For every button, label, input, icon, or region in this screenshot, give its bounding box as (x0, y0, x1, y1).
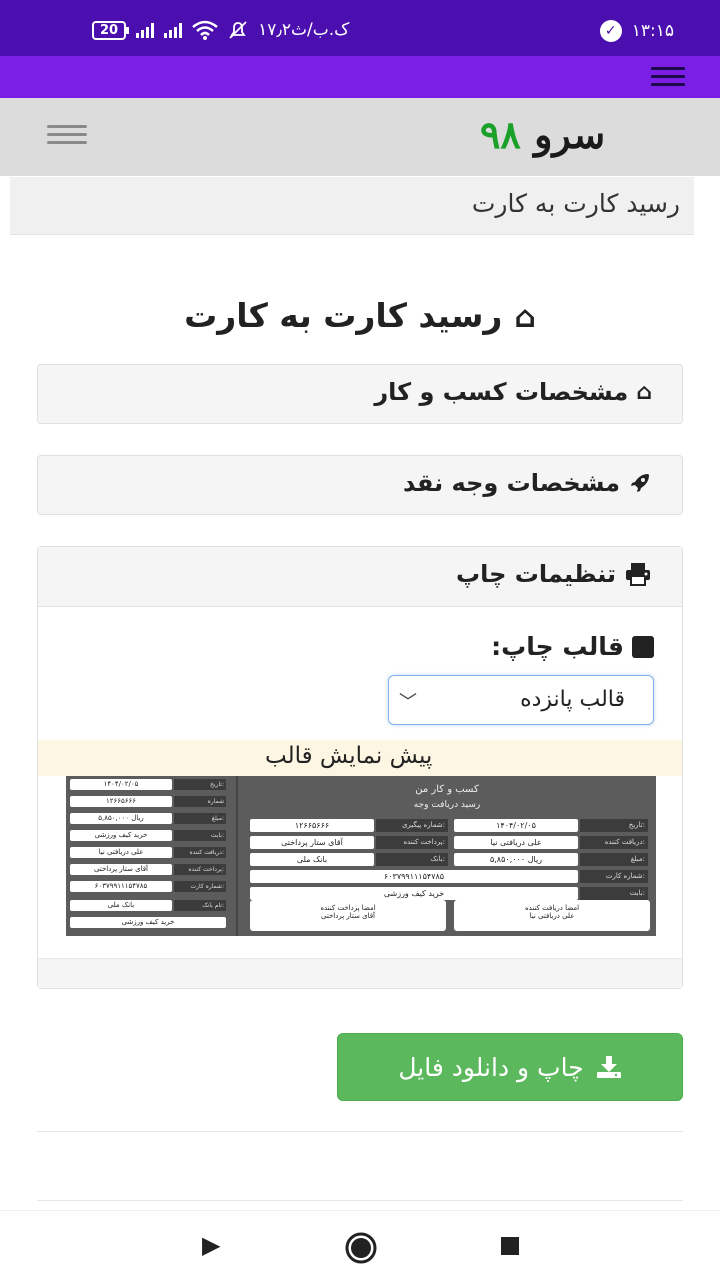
receipt-receiver: علی دریافتی نیا (454, 836, 578, 849)
panel-print-settings: تنظیمات چاپ قالب چاپ: قالب پانزده ﹀ پیش … (37, 546, 683, 989)
panel-cash-header[interactable]: مشخصات وجه نقد (403, 469, 652, 497)
receipt-date: ۱۴۰۴/۰۲/۰۵ (454, 819, 578, 832)
template-label-text: قالب چاپ: (491, 632, 624, 661)
status-time: ۱۳:۱۵ (631, 21, 674, 41)
battery-icon: 20 (92, 20, 130, 40)
panel-print-title: تنظیمات چاپ (456, 560, 616, 588)
signal-icon-2 (164, 22, 183, 38)
stub-label: بابت: (174, 830, 226, 841)
panel-business[interactable]: ⌂ مشخصات کسب و کار (37, 364, 683, 424)
stub-label: دریافت کننده: (174, 847, 226, 858)
stub-value: علی دریافتی نیا (70, 847, 172, 858)
home-button-icon[interactable] (344, 1231, 378, 1265)
breadcrumb-current: رسید کارت به کارت (471, 189, 680, 218)
logo-number: ۹۸ (480, 112, 521, 157)
receipt-tracking-label: شماره پیگیری: (376, 819, 448, 832)
page-title-text: رسید کارت به کارت (184, 296, 503, 335)
template-label: قالب چاپ: (491, 632, 654, 661)
status-right: ✓ ۱۳:۱۵ (599, 20, 674, 42)
panel-print-header[interactable]: تنظیمات چاپ (38, 547, 682, 607)
panel-print-heading: تنظیمات چاپ (456, 560, 652, 588)
panel-cash-title: مشخصات وجه نقد (403, 469, 620, 497)
stub-label: شماره (174, 796, 226, 807)
stub-value: خرید کیف ورزشی (70, 917, 226, 928)
receipt-receiver-label: دریافت کننده: (580, 836, 648, 849)
sticky-note-icon (632, 635, 654, 658)
print-download-label: چاپ و دانلود فایل (398, 1052, 584, 1082)
receipt-payer-label: پرداخت کننده: (376, 836, 448, 849)
stub-value: ۱۴۰۴/۰۲/۰۵ (70, 779, 172, 790)
template-select-value: قالب پانزده (520, 687, 625, 712)
receipt-for-label: بابت: (580, 887, 648, 900)
receipt-preview: ۱۴۰۴/۰۲/۰۵ تاریخ: ۱۲۶۶۵۶۶۶ شماره ۵,۸۵۰,۰… (66, 776, 656, 936)
download-icon (596, 1056, 621, 1078)
template-preview-text: پیش نمایش قالب (265, 743, 433, 769)
status-left: 20 ۱۷٫۲ک.ب/ث (92, 20, 349, 40)
receipt-subtitle: رسید دریافت وجه (413, 800, 481, 810)
panel-cash[interactable]: مشخصات وجه نقد (37, 455, 683, 515)
panel-business-title: مشخصات کسب و کار (374, 378, 629, 406)
stub-label: پرداخت کننده: (174, 864, 226, 875)
receipt-bank-label: بانک: (376, 853, 448, 866)
wifi-icon (192, 20, 218, 40)
receipt-amount: ۵,۸۵۰,۰۰۰ ریال (454, 853, 578, 866)
template-preview-label: پیش نمایش قالب (38, 740, 682, 776)
receipt-bank: بانک ملی (250, 853, 374, 866)
signature-receiver-name: علی دریافتی نیا (529, 912, 575, 920)
print-download-button[interactable]: چاپ و دانلود فایل (337, 1033, 683, 1101)
stub-value: ۵,۸۵۰,۰۰۰ ریال (70, 813, 172, 824)
recents-icon[interactable] (499, 1235, 521, 1257)
site-header: سرو ۹۸ (0, 98, 720, 176)
panel-print-footer (38, 958, 682, 988)
stub-value: آقای ستار پرداختی (70, 864, 172, 875)
top-navbar (0, 56, 720, 98)
receipt-for: خرید کیف ورزشی (250, 887, 578, 900)
rocket-icon (631, 474, 649, 492)
stub-label: نام بانک: (174, 900, 226, 911)
menu-icon[interactable] (651, 67, 685, 86)
signature-payer: امضا پرداخت کننده آقای ستار پرداختی (250, 900, 446, 931)
divider (37, 1131, 683, 1132)
template-select[interactable]: قالب پانزده ﹀ (388, 675, 654, 725)
site-menu-icon[interactable] (47, 125, 87, 144)
stub-label: شماره کارت: (174, 881, 226, 892)
receipt-date-label: تاریخ: (580, 819, 648, 832)
chevron-down-icon: ﹀ (399, 692, 417, 713)
page-title: ⌂ رسید کارت به کارت (0, 296, 720, 335)
shield-check-icon: ✓ (599, 20, 622, 42)
receipt-amount-label: مبلغ: (580, 853, 648, 866)
printer-icon (626, 563, 650, 586)
receipt-tracking: ۱۲۶۶۵۶۶۶ (250, 819, 374, 832)
stub-label: مبلغ: (174, 813, 226, 824)
panel-business-header[interactable]: ⌂ مشخصات کسب و کار (374, 378, 652, 406)
receipt-title: کسب و کار من (415, 784, 479, 795)
stub-value: خرید کیف ورزشی (70, 830, 172, 841)
signal-icon (136, 22, 155, 38)
stub-value: ۱۲۶۶۵۶۶۶ (70, 796, 172, 807)
receipt-card: ۶۰۳۷۹۹۱۱۱۵۴۷۸۵ (250, 870, 578, 883)
stub-label: تاریخ: (174, 779, 226, 790)
back-icon[interactable]: ▶ (202, 1231, 220, 1259)
stub-value: بانک ملی (70, 900, 172, 911)
divider (37, 1200, 683, 1201)
receipt-payer: آقای ستار پرداختی (250, 836, 374, 849)
site-logo[interactable]: سرو ۹۸ (480, 112, 605, 157)
receipt-card-label: شماره کارت: (580, 870, 648, 883)
signature-receiver-title: امضا دریافت کننده (524, 904, 580, 912)
status-bar: 20 ۱۷٫۲ک.ب/ث ✓ ۱۳:۱۵ (0, 0, 720, 56)
home-icon: ⌂ (636, 379, 652, 405)
home-icon: ⌂ (514, 300, 536, 335)
stub-value: ۶۰۳۷۹۹۱۱۱۵۴۷۸۵ (70, 881, 172, 892)
bell-off-icon (229, 21, 247, 39)
signature-payer-name: آقای ستار پرداختی (321, 912, 375, 920)
logo-word: سرو (534, 112, 606, 157)
system-nav-bar: ▶ (0, 1210, 720, 1280)
breadcrumb: رسید کارت به کارت (10, 177, 694, 235)
receipt-stub: ۱۴۰۴/۰۲/۰۵ تاریخ: ۱۲۶۶۵۶۶۶ شماره ۵,۸۵۰,۰… (66, 776, 238, 936)
network-speed: ۱۷٫۲ک.ب/ث (258, 20, 350, 40)
signature-payer-title: امضا پرداخت کننده (320, 904, 376, 912)
signature-receiver: امضا دریافت کننده علی دریافتی نیا (454, 900, 650, 931)
